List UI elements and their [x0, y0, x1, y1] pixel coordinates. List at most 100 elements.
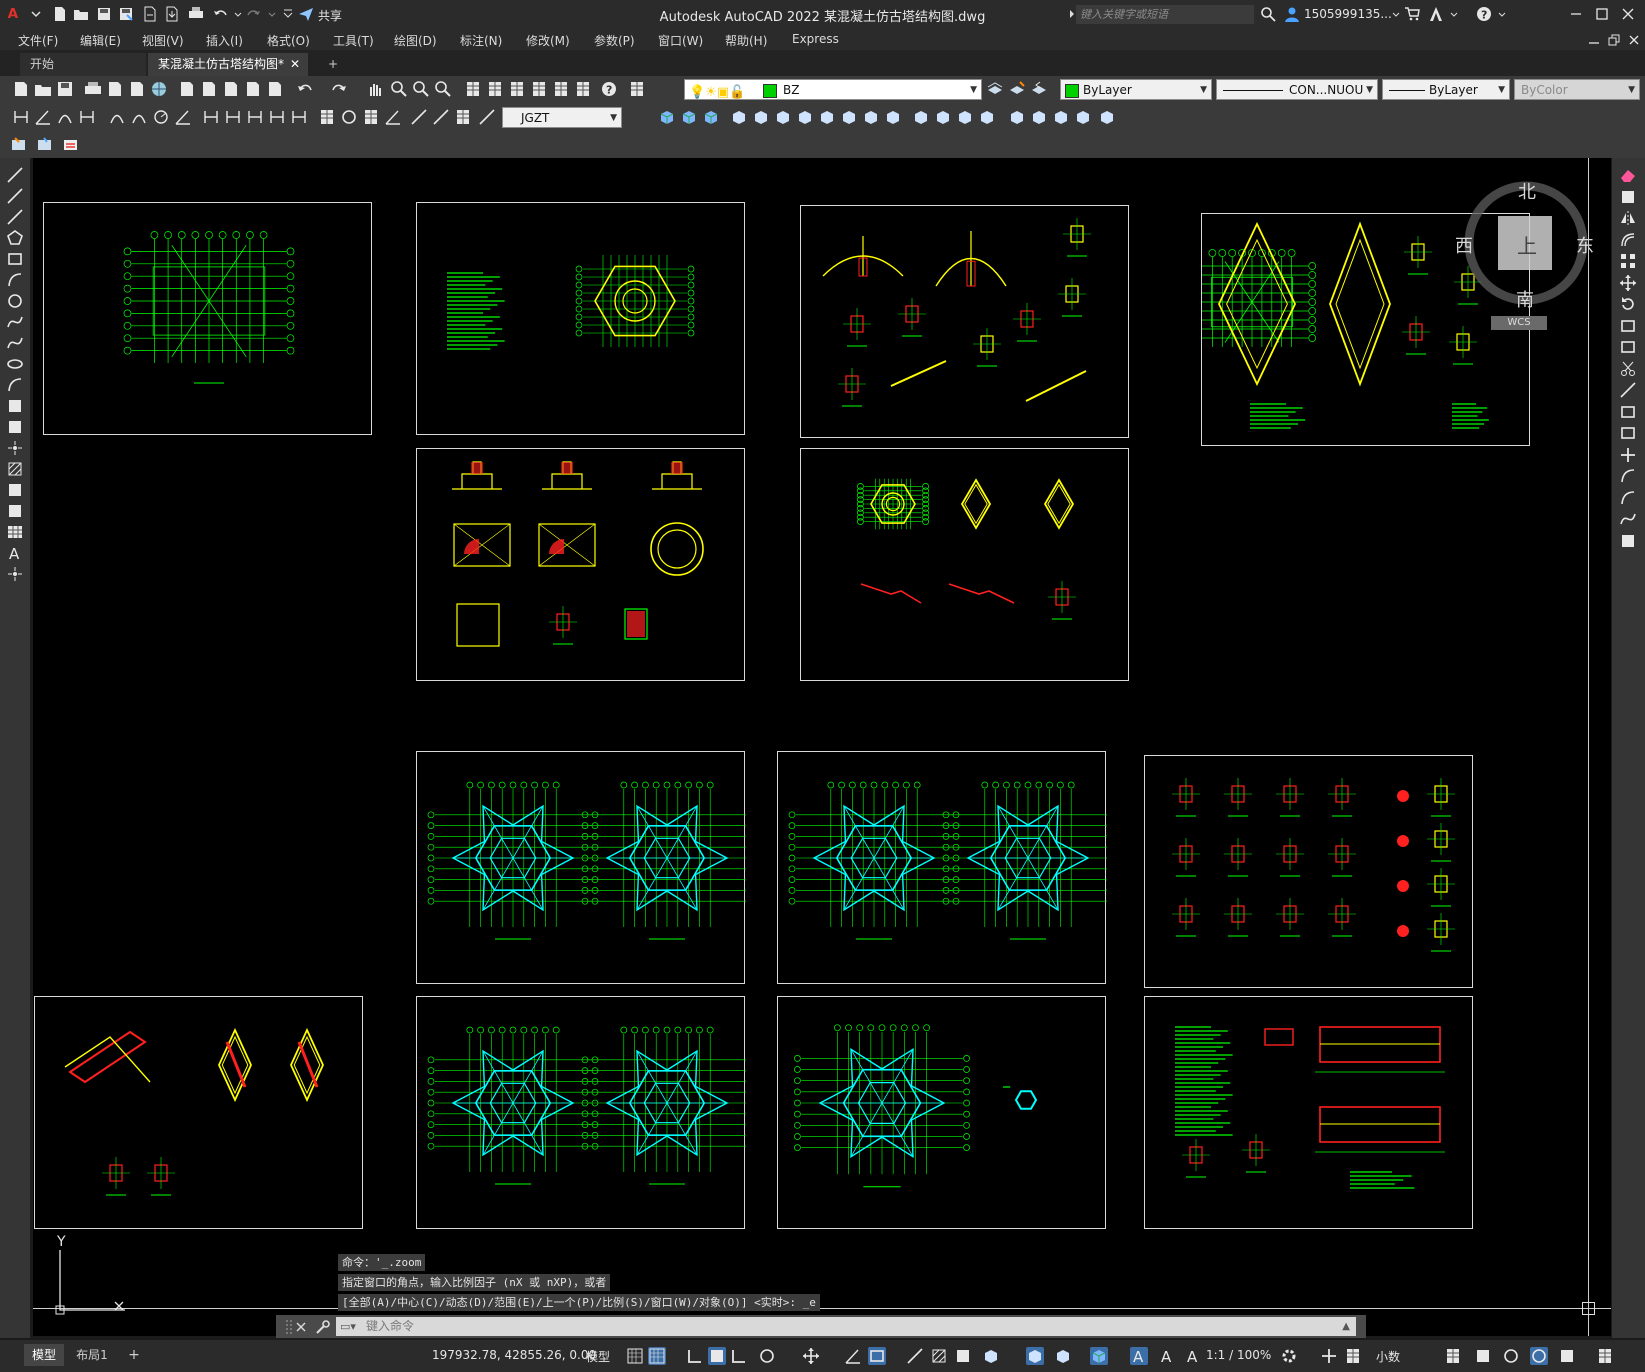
annotation-monitor-icon[interactable]: [1320, 1347, 1338, 1365]
array-icon[interactable]: [1619, 252, 1637, 270]
baseline-dimension-icon[interactable]: [224, 108, 242, 126]
make-block-icon[interactable]: [6, 418, 24, 436]
sweep-icon[interactable]: [774, 108, 792, 126]
mtext-icon[interactable]: A: [6, 544, 24, 562]
infer-constraints-icon[interactable]: [686, 1347, 704, 1365]
tolerance-icon[interactable]: [318, 108, 336, 126]
help-icon[interactable]: ?: [600, 80, 618, 98]
extend-icon[interactable]: [1619, 381, 1637, 399]
publish-icon[interactable]: [128, 80, 146, 98]
tab-model[interactable]: 模型: [24, 1344, 64, 1366]
viewcube[interactable]: 北 西 东 南 上 WCS: [1455, 168, 1601, 330]
tab-drawing[interactable]: 某混凝土仿古塔结构图* ✕: [148, 53, 308, 76]
units-icon[interactable]: [1344, 1347, 1362, 1365]
plotstyle-dropdown[interactable]: ByColor ▼: [1514, 79, 1640, 100]
search-input[interactable]: 键入关键字或短语: [1076, 5, 1254, 24]
menu-draw[interactable]: 绘图(D): [394, 32, 437, 49]
menu-file[interactable]: 文件(F): [18, 32, 58, 49]
rectangle-icon[interactable]: [6, 250, 24, 268]
layer-previous-icon[interactable]: [1030, 80, 1048, 98]
drawing-sheet-6[interactable]: [800, 448, 1129, 681]
center-mark-icon[interactable]: [340, 108, 358, 126]
drawing-sheet-2[interactable]: [416, 202, 745, 435]
quick-dimension-icon[interactable]: [202, 108, 220, 126]
3d-cylinder-icon[interactable]: [680, 108, 698, 126]
make-current-layer-icon[interactable]: [986, 80, 1004, 98]
break-at-point-icon[interactable]: [1619, 403, 1637, 421]
point-icon[interactable]: [6, 439, 24, 457]
annotation-scale[interactable]: 1:1 / 100%: [1206, 1348, 1271, 1362]
extrude-icon[interactable]: [730, 108, 748, 126]
intersect-icon[interactable]: [912, 108, 930, 126]
erase-icon[interactable]: [1619, 166, 1637, 184]
offset-icon[interactable]: [1619, 231, 1637, 249]
union-icon[interactable]: [862, 108, 880, 126]
cart-icon[interactable]: [1404, 6, 1420, 22]
drawing-sheet-3[interactable]: [800, 205, 1129, 438]
new-tab-button[interactable]: +: [318, 53, 348, 76]
spline-icon[interactable]: [6, 334, 24, 352]
ortho-mode-icon[interactable]: [730, 1347, 748, 1365]
hatch-icon[interactable]: [6, 460, 24, 478]
copy-object-icon[interactable]: [1619, 188, 1637, 206]
linetype-dropdown[interactable]: CON...NUOU ▼: [1216, 79, 1378, 100]
dynamic-input-icon[interactable]: [708, 1347, 726, 1365]
tab-close-icon[interactable]: ✕: [290, 53, 300, 76]
chamfer-icon[interactable]: [1619, 467, 1637, 485]
quickcalc-icon[interactable]: [574, 80, 592, 98]
qnew-icon[interactable]: [12, 80, 30, 98]
object-snap-icon[interactable]: [868, 1347, 886, 1365]
ellipse-icon[interactable]: [6, 355, 24, 373]
break-icon[interactable]: [1619, 424, 1637, 442]
workspace-switch-icon[interactable]: [1280, 1347, 1298, 1365]
3d-cone-icon[interactable]: [702, 108, 720, 126]
tab-start[interactable]: 开始: [20, 53, 146, 76]
drawing-sheet-5[interactable]: [416, 448, 745, 681]
viewcube-south[interactable]: 南: [1516, 286, 1534, 312]
drawing-canvas[interactable]: 北 西 东 南 上 WCS Y: [33, 158, 1611, 1336]
linear-dimension-icon[interactable]: [12, 108, 30, 126]
3d-box-icon[interactable]: [658, 108, 676, 126]
zoom-realtime-icon[interactable]: [390, 80, 408, 98]
doc-minimize-icon[interactable]: [1586, 32, 1602, 48]
menu-view[interactable]: 视图(V): [142, 32, 184, 49]
revolve-icon[interactable]: [752, 108, 770, 126]
command-close-icon[interactable]: [292, 1318, 310, 1336]
dimension-break-icon[interactable]: [290, 108, 308, 126]
polysolid-icon[interactable]: [840, 108, 858, 126]
line-icon[interactable]: [6, 166, 24, 184]
menu-tools[interactable]: 工具(T): [333, 32, 374, 49]
stretch-icon[interactable]: [1619, 338, 1637, 356]
rotate-icon[interactable]: [1619, 295, 1637, 313]
subtract-icon[interactable]: [884, 108, 902, 126]
viewcube-east[interactable]: 东: [1576, 232, 1594, 258]
move-icon[interactable]: [1619, 274, 1637, 292]
cut-icon[interactable]: [178, 80, 196, 98]
slice-icon[interactable]: [934, 108, 952, 126]
scale-icon[interactable]: [1619, 317, 1637, 335]
inspection-icon[interactable]: [362, 108, 380, 126]
drawing-sheet-13[interactable]: [1144, 996, 1473, 1229]
markup-icon[interactable]: [552, 80, 570, 98]
undo-icon[interactable]: [296, 80, 314, 98]
close-icon[interactable]: [1620, 6, 1636, 22]
layer-dropdown[interactable]: BZ ▼ 💡☀▣🔓: [684, 79, 982, 100]
units-display[interactable]: 小数: [1376, 1348, 1400, 1365]
annotation-visibility-icon[interactable]: A: [1130, 1347, 1148, 1365]
trim-icon[interactable]: [1619, 360, 1637, 378]
layer-match-icon[interactable]: [1008, 80, 1026, 98]
search-expand-icon[interactable]: [1064, 6, 1074, 22]
user-icon[interactable]: [1284, 6, 1300, 22]
diameter-dimension-icon[interactable]: [152, 108, 170, 126]
command-input[interactable]: ▭▾ 键入命令 ▲: [336, 1317, 1356, 1336]
block-edit-icon[interactable]: [266, 80, 284, 98]
table-icon[interactable]: [6, 523, 24, 541]
add-selected-icon[interactable]: [6, 565, 24, 583]
help-icon[interactable]: ?: [1476, 6, 1492, 22]
jogged-linear-icon[interactable]: [384, 108, 402, 126]
plot-icon[interactable]: [84, 80, 102, 98]
drawing-sheet-7[interactable]: [416, 751, 746, 984]
arc-icon[interactable]: [6, 271, 24, 289]
customization-icon[interactable]: [1596, 1347, 1614, 1365]
arc-length-icon[interactable]: [56, 108, 74, 126]
